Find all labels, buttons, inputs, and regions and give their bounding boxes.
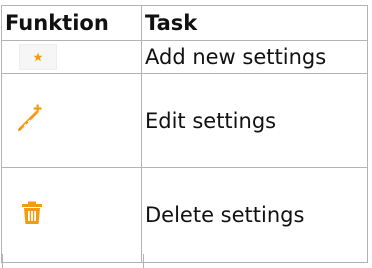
table-border-continuation-left [2,254,3,268]
delete-button[interactable] [21,201,43,230]
trash-icon [22,201,42,224]
functions-table: Funktion Task Add new settings Edit sett… [1,5,368,263]
function-cell-edit [1,73,142,168]
table-border-continuation-mid [143,254,144,268]
function-cell-add [1,40,142,74]
add-button[interactable] [19,44,57,70]
table-header-row: Funktion Task [1,5,368,41]
task-cell-edit: Edit settings [141,73,368,168]
header-function: Funktion [1,5,142,41]
pencil-plus-icon [18,104,42,131]
function-cell-delete [1,167,142,263]
star-icon [33,52,43,62]
table-row: Delete settings [1,167,368,263]
task-cell-add: Add new settings [141,40,368,74]
edit-button[interactable] [15,104,43,137]
table-row: Edit settings [1,73,368,168]
task-cell-delete: Delete settings [141,167,368,263]
header-task: Task [141,5,368,41]
table-row: Add new settings [1,40,368,74]
